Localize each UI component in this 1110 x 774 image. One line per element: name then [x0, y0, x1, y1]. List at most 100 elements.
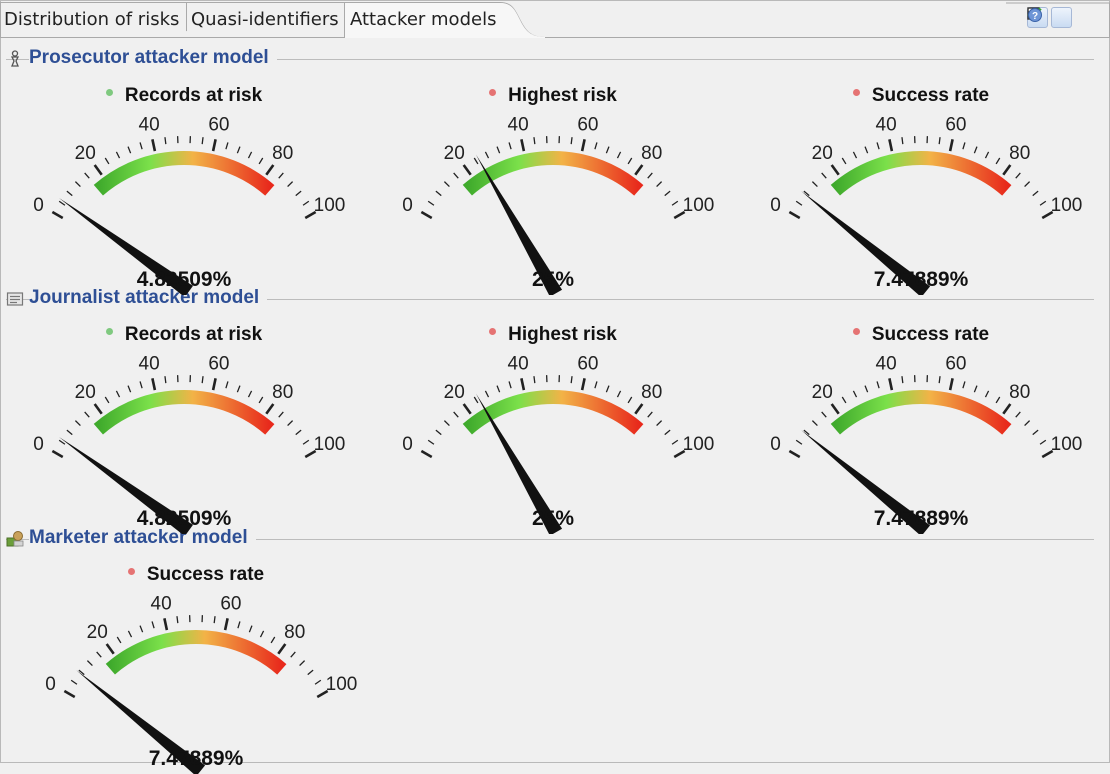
- gauge-major-tick: [789, 451, 799, 457]
- gauge-color-band: [110, 637, 281, 669]
- gauge-minor-tick: [140, 381, 142, 388]
- gauge-minor-tick: [812, 182, 817, 187]
- gauge-major-tick: [95, 404, 102, 414]
- gauge-minor-tick: [822, 412, 827, 417]
- gauge-tick-label: 20: [75, 143, 96, 164]
- gauge-minor-tick: [85, 173, 90, 178]
- gauge-minor-tick: [140, 626, 143, 633]
- gauge-color-band: [835, 158, 1006, 190]
- gauge-minor-tick: [1016, 412, 1021, 417]
- view-toolbar: ?: [1027, 7, 1096, 28]
- gauge-minor-tick: [237, 386, 240, 393]
- gauge-tick-label: 0: [45, 674, 56, 695]
- gauge-major-tick: [950, 139, 952, 151]
- gauge-minor-tick: [628, 397, 632, 403]
- gauge-minor-tick: [116, 391, 119, 397]
- gauge-minor-tick: [436, 430, 441, 434]
- gauge-major-tick: [1003, 404, 1010, 414]
- gauge-major-tick: [52, 451, 62, 457]
- gauge-tick-label: 80: [272, 382, 293, 403]
- gauge-minor-tick: [165, 137, 166, 144]
- tab-distribution-of-risks[interactable]: Distribution of risks: [4, 9, 179, 30]
- gauge-value: 7.47889%: [874, 268, 969, 292]
- gauge-tick-label: 80: [1009, 143, 1030, 164]
- gauge-minor-tick: [288, 421, 293, 426]
- gauge-minor-tick: [288, 182, 293, 187]
- gauge-minor-tick: [454, 173, 459, 178]
- gauge-minor-tick: [248, 391, 251, 397]
- gauge-minor-tick: [474, 397, 478, 403]
- gauge-minor-tick: [279, 173, 284, 178]
- gauge-minor-tick: [128, 386, 131, 393]
- gauge-minor-tick: [939, 376, 940, 383]
- gauge-minor-tick: [71, 680, 77, 684]
- gauge-minor-tick: [140, 142, 142, 149]
- gauge-minor-tick: [1033, 430, 1038, 434]
- gauge-minor-tick: [237, 147, 240, 154]
- gauge-minor-tick: [485, 152, 488, 158]
- gauge-minor-tick: [974, 386, 977, 393]
- gauge-major-tick: [266, 165, 273, 175]
- gauge-tick-label: 20: [444, 382, 465, 403]
- gauge-minor-tick: [75, 421, 80, 426]
- gauge-minor-tick: [902, 137, 903, 144]
- help-icon[interactable]: ?: [1075, 7, 1096, 28]
- tab-quasi-identifiers[interactable]: Quasi-identifiers: [191, 9, 339, 30]
- gauge-major-tick: [950, 378, 952, 390]
- gauge-minor-tick: [1033, 191, 1038, 195]
- gauge-tick-label: 100: [1051, 195, 1083, 216]
- gauge-minor-tick: [822, 173, 827, 178]
- gauge-tick-label: 20: [812, 143, 833, 164]
- gauge-minor-tick: [497, 147, 500, 154]
- gauge-tick-label: 40: [151, 594, 172, 615]
- gauge-major-tick: [152, 378, 154, 390]
- gauge-minor-tick: [117, 637, 121, 643]
- gauge-minor-tick: [214, 616, 215, 623]
- gauge-tick-label: 100: [1051, 434, 1083, 455]
- gauge-tick-label: 80: [284, 622, 305, 643]
- gauge-minor-tick: [996, 158, 1000, 164]
- gauge-minor-tick: [177, 616, 178, 623]
- gauge-major-tick: [635, 404, 642, 414]
- gauge-minor-tick: [296, 191, 301, 195]
- svg-text:?: ?: [1032, 11, 1038, 22]
- gauge-minor-tick: [842, 397, 846, 403]
- gauge-major-tick: [1003, 165, 1010, 175]
- gauge-tick-label: 60: [208, 354, 229, 375]
- gauge-minor-tick: [963, 142, 965, 149]
- gauge-major-tick: [225, 618, 227, 630]
- gauge-dial: 020406080100: [4, 85, 364, 295]
- gauge-minor-tick: [1025, 421, 1030, 426]
- gauge-minor-tick: [865, 147, 868, 154]
- gauge-tick-label: 100: [314, 195, 346, 216]
- gauge-minor-tick: [152, 621, 154, 628]
- gauge-major-tick: [832, 404, 839, 414]
- gauge-minor-tick: [877, 381, 879, 388]
- gauge-minor-tick: [259, 158, 263, 164]
- gauge-major-tick: [889, 378, 891, 390]
- gauge-major-tick: [95, 165, 102, 175]
- gauge-minor-tick: [315, 680, 321, 684]
- gauge-major-tick: [107, 644, 114, 654]
- gauge-minor-tick: [648, 173, 653, 178]
- gauge-prosecutor-records-at-risk: Records at risk0204060801004.82509%: [4, 85, 364, 295]
- gauge-minor-tick: [672, 201, 678, 205]
- gauge-minor-tick: [657, 182, 662, 187]
- gauge-tick-label: 100: [683, 434, 715, 455]
- gauge-tick-label: 60: [220, 594, 241, 615]
- gauge-minor-tick: [238, 621, 240, 628]
- gauge-minor-tick: [571, 137, 572, 144]
- gauge-tick-label: 40: [876, 354, 897, 375]
- tab-attacker-models[interactable]: Attacker models: [350, 9, 496, 30]
- checkmark-icon[interactable]: [1051, 7, 1072, 28]
- gauge-minor-tick: [665, 430, 670, 434]
- gauge-tick-label: 40: [508, 354, 529, 375]
- gauge-minor-tick: [842, 158, 846, 164]
- gauge-tick-label: 100: [683, 195, 715, 216]
- gauge-value: 4.82509%: [137, 268, 232, 292]
- gauge-minor-tick: [67, 191, 72, 195]
- gauge-prosecutor-highest-risk: Highest risk02040608010025%: [373, 85, 733, 295]
- gauge-minor-tick: [87, 661, 92, 666]
- gauge-minor-tick: [963, 381, 965, 388]
- gauge-value: 25%: [532, 268, 574, 292]
